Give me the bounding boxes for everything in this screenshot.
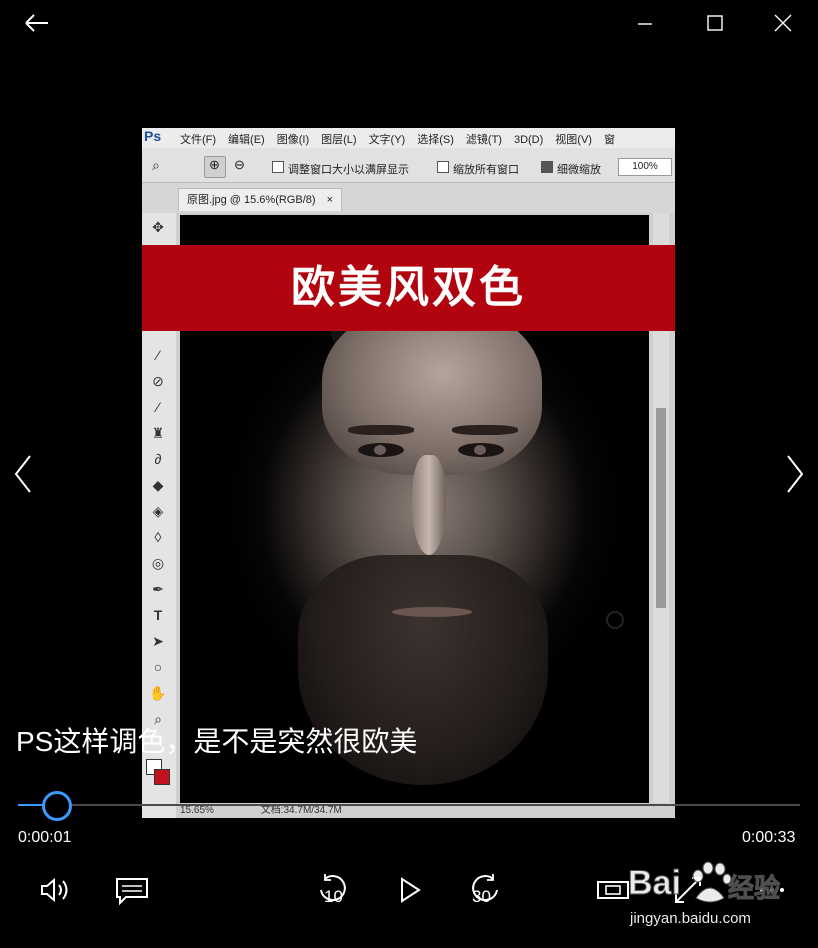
ps-menu-item: 选择(S)	[417, 134, 454, 146]
zoom-tool-icon: ⌕	[152, 157, 160, 173]
skip-back-10-icon[interactable]: 10	[313, 870, 353, 910]
zoom-out-icon: ⊖	[234, 157, 245, 172]
blur-tool-icon: ◊	[154, 529, 162, 545]
type-tool-icon: T	[153, 607, 163, 623]
seek-thumb[interactable]	[42, 791, 73, 821]
play-icon[interactable]	[389, 870, 429, 910]
eyedropper-tool-icon: ⁄	[156, 347, 160, 363]
back-arrow-icon[interactable]	[20, 10, 54, 36]
history-brush-icon: ∂	[154, 451, 162, 467]
ps-menubar: Ps 文件(F) 编辑(E) 图像(I) 图层(L) 文字(Y) 选择(S) 滤镜(T) 3D…	[142, 128, 675, 148]
minimize-icon[interactable]	[630, 10, 660, 36]
zoom-all-label: 缩放所有窗口	[453, 164, 519, 176]
scrubby-zoom-label: 细微缩放	[557, 164, 601, 176]
ps-menu-item: 滤镜(T)	[465, 134, 502, 146]
zoom-all-checkbox	[437, 161, 449, 173]
next-chevron-icon[interactable]	[782, 452, 808, 496]
stamp-tool-icon: ♜	[151, 425, 165, 441]
baidu-jingyan-watermark: Bai 经验 jingyan.baidu.com	[628, 858, 788, 932]
paw-logo-icon	[692, 861, 732, 903]
ps-menu-item: 窗	[603, 134, 615, 146]
seek-track[interactable]	[18, 804, 800, 806]
close-icon[interactable]	[768, 10, 798, 36]
subtitles-icon[interactable]	[112, 870, 152, 910]
right-brow	[452, 425, 518, 435]
brush-tool-icon: ∕	[156, 399, 160, 415]
fit-window-checkbox	[272, 161, 284, 173]
ps-options-bar: ⌕ ⊕ ⊖ 调整窗口大小以满屏显示 缩放所有窗口 细微缩放 100%	[142, 148, 675, 183]
ps-menu-item: 图层(L)	[321, 134, 357, 146]
bucket-tool-icon: ◈	[152, 503, 164, 519]
elapsed-time: 0:00:01	[18, 829, 72, 846]
status-doc-size: 文档:34.7M/34.7M	[260, 805, 342, 816]
fit-window-label: 调整窗口大小以满屏显示	[288, 164, 409, 176]
skip-forward-label: 30	[472, 887, 491, 906]
tab-close-icon: ×	[326, 194, 334, 206]
pen-tool-icon: ✒	[152, 581, 164, 597]
document-tab-title: 原图.jpg @ 15.6%(RGB/8)	[187, 194, 316, 206]
ps-menu-item: 文字(Y)	[368, 134, 406, 146]
watermark-suffix: 经验	[727, 873, 781, 904]
watermark-brand: Bai	[628, 864, 682, 903]
previous-chevron-icon[interactable]	[10, 452, 36, 496]
video-caption: PS这样调色，是不是突然很欧美	[16, 726, 418, 757]
eraser-tool-icon: ◆	[152, 477, 164, 493]
maximize-icon[interactable]	[700, 10, 730, 36]
watermark-url: jingyan.baidu.com	[630, 910, 751, 927]
ps-tab-bar: 原图.jpg @ 15.6%(RGB/8) ×	[142, 183, 675, 213]
status-zoom: 15.65%	[180, 805, 214, 816]
aspect-ratio-icon[interactable]	[593, 870, 633, 910]
dodge-tool-icon: ◎	[151, 555, 165, 571]
skip-back-label: 10	[324, 887, 343, 906]
left-eye	[358, 443, 404, 457]
hand-tool-icon: ✋	[149, 685, 167, 701]
ps-menu-item: 编辑(E)	[228, 134, 265, 146]
ps-logo: Ps	[144, 128, 162, 144]
ps-menu-item: 图像(I)	[276, 134, 310, 146]
background-color-swatch	[154, 769, 170, 785]
total-duration: 0:00:33	[742, 829, 796, 846]
healing-tool-icon: ⊘	[152, 373, 164, 389]
ps-menu-item: 视图(V)	[555, 134, 592, 146]
zoom-percent-field: 100%	[618, 158, 672, 176]
move-tool-icon: ✥	[152, 219, 164, 235]
zoom-in-glyph: ⊕	[209, 157, 220, 172]
title-banner: 欧美风双色	[142, 245, 675, 331]
volume-icon[interactable]	[36, 870, 76, 910]
scrubby-zoom-checkbox	[541, 161, 553, 173]
path-select-icon: ➤	[152, 633, 164, 649]
ps-menu-list: 文件(F) 编辑(E) 图像(I) 图层(L) 文字(Y) 选择(S) 滤镜(T) 3D(D)…	[180, 131, 627, 147]
skip-forward-30-icon[interactable]: 30	[465, 870, 505, 910]
video-frame: Ps 文件(F) 编辑(E) 图像(I) 图层(L) 文字(Y) 选择(S) 滤镜(T) 3D…	[142, 128, 675, 818]
ps-menu-item: 文件(F)	[180, 134, 217, 146]
nose-shape	[412, 455, 446, 555]
right-eye	[458, 443, 504, 457]
document-tab: 原图.jpg @ 15.6%(RGB/8) ×	[178, 188, 343, 211]
earring-shape	[606, 611, 624, 629]
ps-menu-item: 3D(D)	[513, 134, 544, 146]
mouth-shape	[392, 607, 472, 617]
ellipse-tool-icon: ○	[153, 659, 163, 675]
left-brow	[348, 425, 414, 435]
